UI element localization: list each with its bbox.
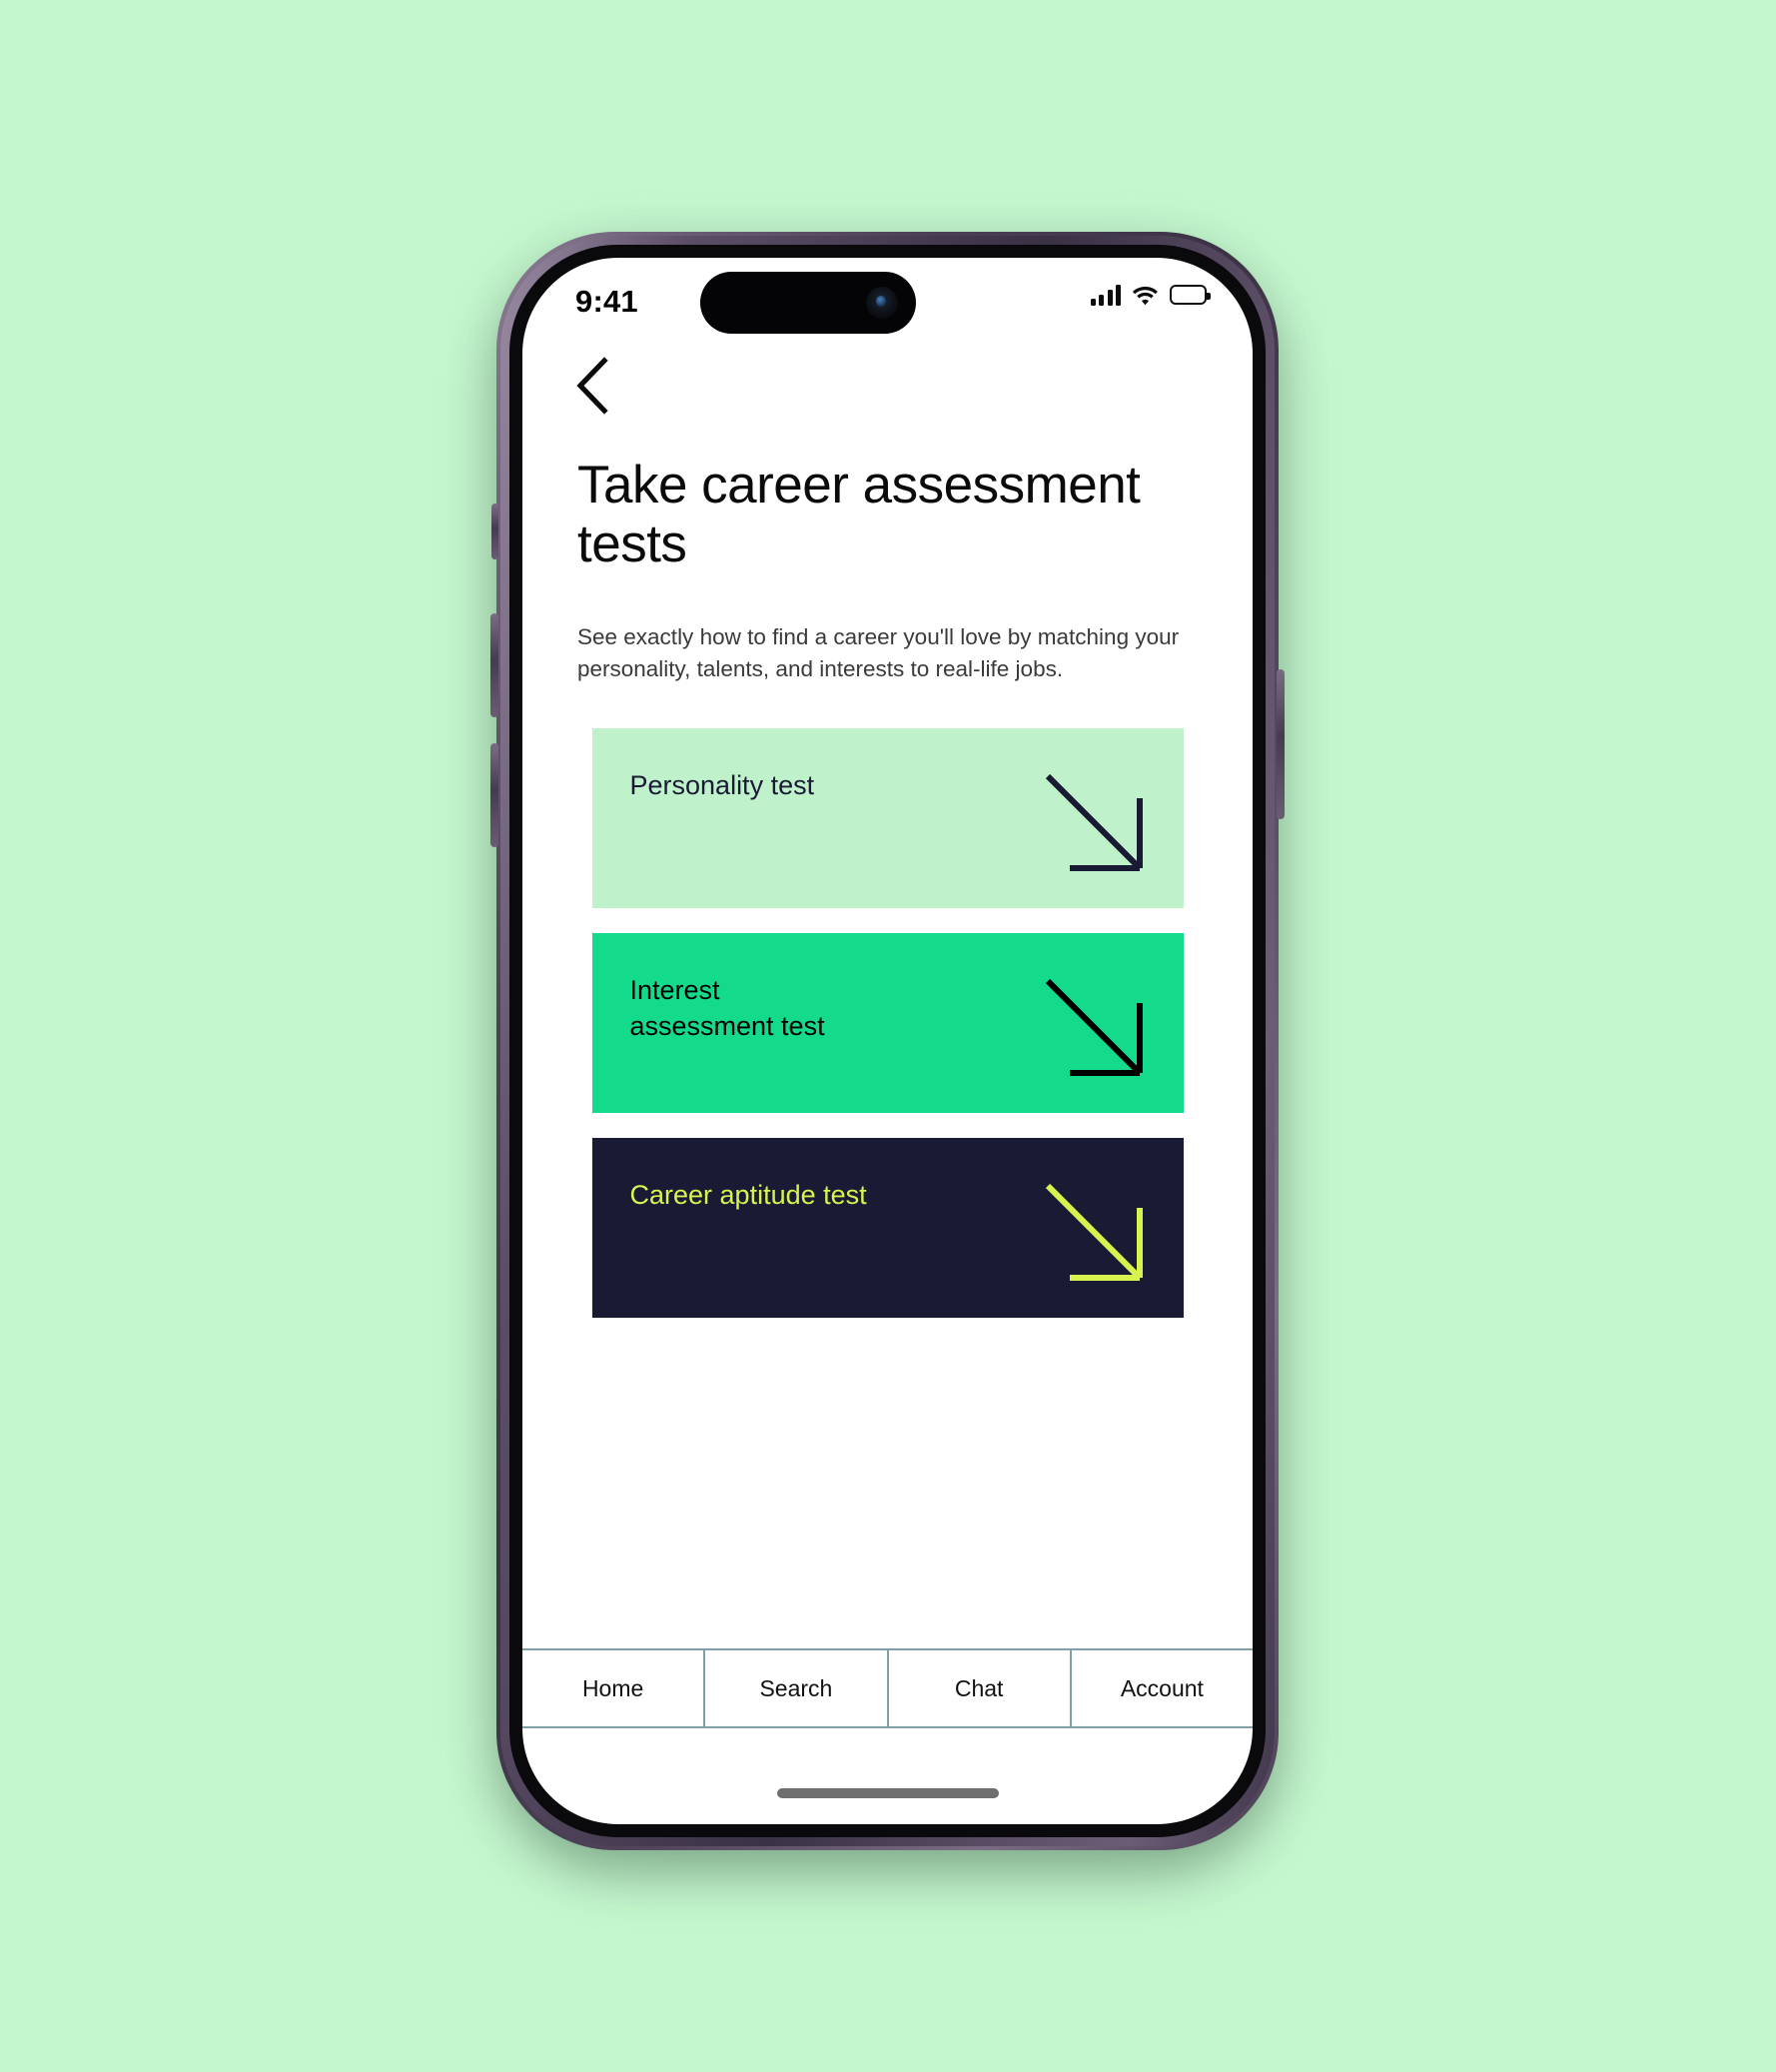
card-interest-assessment-test[interactable]: Interest assessment test: [591, 933, 1184, 1113]
card-career-aptitude-test[interactable]: Career aptitude test: [591, 1138, 1184, 1318]
battery-full-icon: [1170, 285, 1211, 305]
assessment-card-list: Personality test Interest assessment tes…: [522, 728, 1253, 1343]
home-indicator[interactable]: [776, 1788, 999, 1798]
arrow-down-right-icon: [1045, 1183, 1143, 1281]
dynamic-island: [700, 272, 916, 334]
phone-screen: 9:41 Take career assessment tests See ex…: [522, 258, 1253, 1824]
volume-up-button[interactable]: [490, 613, 498, 717]
arrow-down-right-icon: [1045, 773, 1143, 871]
back-button[interactable]: [560, 354, 624, 418]
tab-search[interactable]: Search: [705, 1650, 889, 1726]
phone-mockup: 9:41 Take career assessment tests See ex…: [490, 232, 1285, 1860]
status-bar: 9:41: [522, 258, 1253, 344]
page-title: Take career assessment tests: [577, 456, 1141, 573]
volume-down-button[interactable]: [490, 743, 498, 847]
card-personality-test[interactable]: Personality test: [591, 728, 1184, 908]
bottom-tab-bar: Home Search Chat Account: [522, 1648, 1253, 1728]
cellular-signal-icon: [1090, 284, 1121, 306]
status-bar-time: 9:41: [575, 284, 638, 319]
status-bar-indicators: [1090, 284, 1211, 306]
front-camera-icon: [866, 287, 898, 319]
wifi-icon: [1132, 285, 1159, 306]
arrow-down-right-icon: [1045, 978, 1143, 1076]
tab-home[interactable]: Home: [522, 1650, 706, 1726]
power-button[interactable]: [1277, 669, 1285, 819]
page-description: See exactly how to find a career you'll …: [577, 624, 1180, 681]
tab-account[interactable]: Account: [1072, 1650, 1253, 1726]
tab-chat[interactable]: Chat: [889, 1650, 1072, 1726]
silence-switch[interactable]: [491, 504, 498, 559]
chevron-left-icon: [576, 357, 608, 415]
